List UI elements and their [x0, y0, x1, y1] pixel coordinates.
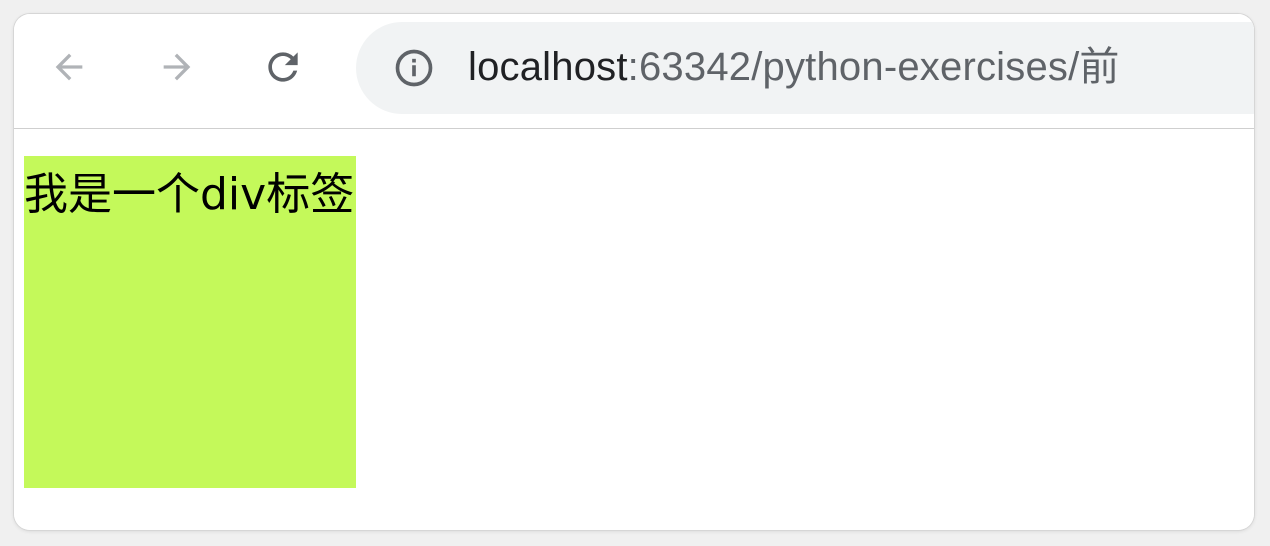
reload-icon — [268, 52, 298, 82]
url-text[interactable]: localhost:63342/python-exercises/前 — [468, 42, 1120, 92]
address-bar[interactable]: localhost:63342/python-exercises/前 — [356, 22, 1254, 114]
reload-button[interactable] — [258, 42, 308, 92]
back-button[interactable] — [44, 42, 94, 92]
forward-button[interactable] — [152, 42, 202, 92]
url-path: :63342/python-exercises/前 — [627, 45, 1120, 89]
info-icon[interactable] — [392, 46, 436, 90]
arrow-right-icon — [163, 53, 191, 81]
page-viewport: 我是一个div标签 — [14, 129, 1254, 530]
url-host: localhost — [468, 45, 628, 89]
green-div-box: 我是一个div标签 — [24, 156, 356, 488]
browser-toolbar: localhost:63342/python-exercises/前 — [14, 14, 1254, 129]
arrow-left-icon — [55, 53, 83, 81]
browser-window: localhost:63342/python-exercises/前 我是一个d… — [14, 14, 1254, 530]
